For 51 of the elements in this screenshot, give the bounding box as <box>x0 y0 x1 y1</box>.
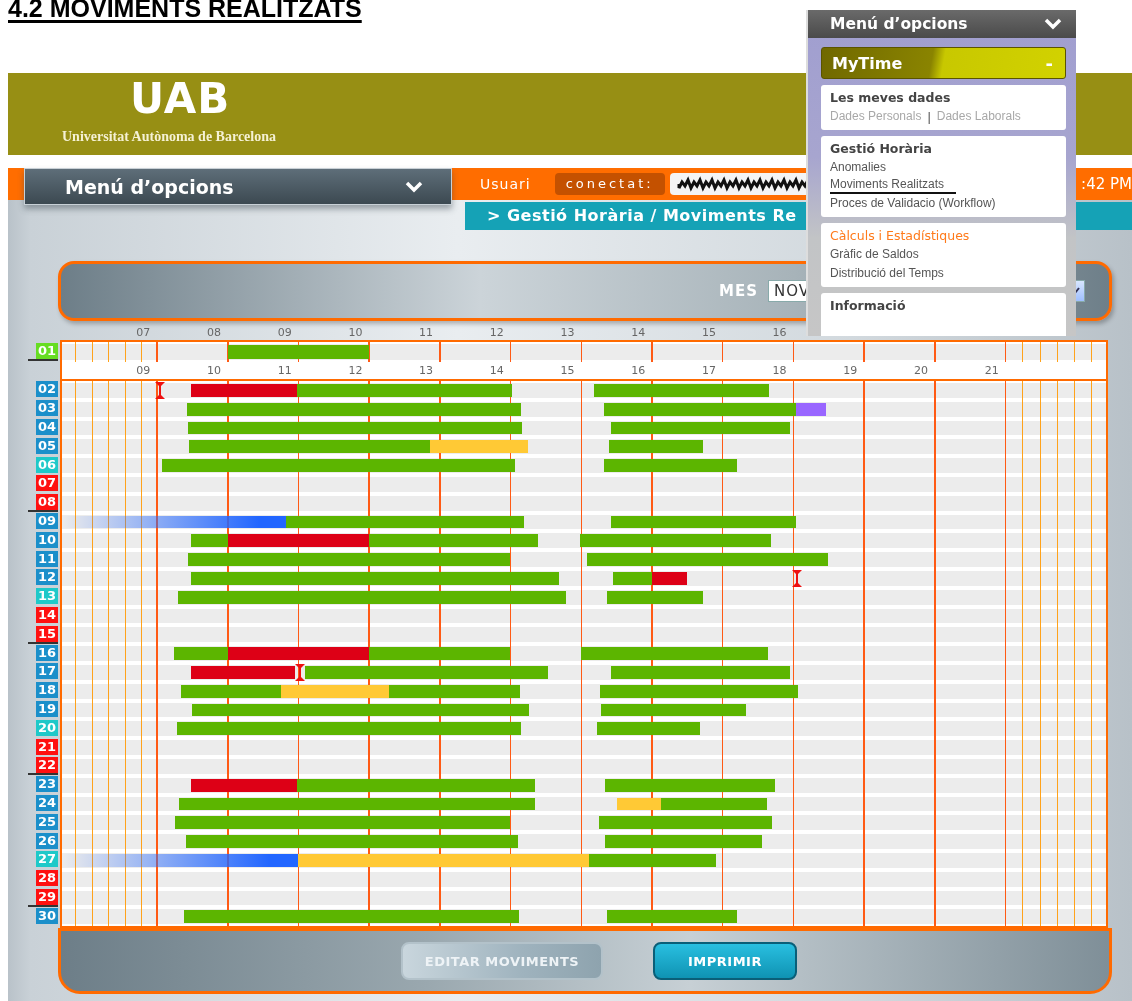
hour-label: 14 <box>488 364 505 378</box>
menu-item[interactable]: Gràfic de Saldos <box>830 245 919 264</box>
day-label: 22 <box>28 757 58 776</box>
action-button[interactable]: IMPRIMIR <box>653 942 797 981</box>
menu-button[interactable]: Menú d’opcions <box>24 168 452 205</box>
hour-label: 21 <box>983 364 1000 378</box>
hour-label: 16 <box>630 364 647 378</box>
day-label: 08 <box>28 494 58 513</box>
user-label: Usuari <box>480 176 531 192</box>
menu-title: Menú d’opcions <box>830 15 968 33</box>
hour-label: 12 <box>488 326 505 340</box>
hour-label: 13 <box>559 326 576 340</box>
hour-label: 07 <box>135 326 152 340</box>
card-title[interactable]: Càlculs i Estadístiques <box>830 227 970 245</box>
hour-label: 19 <box>842 364 859 378</box>
day-label: 01 <box>28 343 58 361</box>
hour-label: 12 <box>347 364 364 378</box>
day-label: 15 <box>28 625 58 644</box>
separator: | <box>927 109 931 124</box>
card-title: Gestió Horària <box>830 140 932 158</box>
hour-label: 11 <box>276 364 293 378</box>
hour-label: 11 <box>418 326 435 340</box>
hour-label: 15 <box>700 326 717 340</box>
hour-label: 08 <box>206 326 222 340</box>
hour-label: 18 <box>771 364 788 378</box>
hour-label: 14 <box>630 326 647 340</box>
day-label: 29 <box>28 888 58 907</box>
hour-label: 17 <box>700 364 717 378</box>
section-header[interactable]: MyTime - <box>821 47 1066 79</box>
menu-item[interactable]: Anomalies <box>830 158 887 177</box>
hour-label: 13 <box>418 364 435 378</box>
chevron-down-icon <box>405 180 423 193</box>
card-title: Les meves dades <box>830 89 951 107</box>
clock-time: :42 PM <box>1081 175 1132 193</box>
section-title: MyTime <box>832 53 903 73</box>
hour-label: 20 <box>913 364 929 378</box>
connected-label: conectat: <box>554 173 665 195</box>
university-name: Universitat Autònoma de Barcelona <box>62 129 276 145</box>
hour-label: 09 <box>135 364 152 378</box>
month-label: MES <box>719 282 758 300</box>
logo: UAB <box>130 81 231 117</box>
chevron-down-icon <box>1044 18 1062 30</box>
menu-item[interactable]: Moviments Realitzats <box>830 177 957 194</box>
hour-label: 10 <box>347 326 364 340</box>
menu-item[interactable]: Distribució del Temps <box>830 264 944 283</box>
document-heading: 4.2 MOVIMENTS REALITZATS <box>8 0 362 23</box>
hour-label: 09 <box>276 326 293 340</box>
hour-label: 16 <box>771 326 788 340</box>
card-title: Informació <box>830 297 906 315</box>
hour-label: 15 <box>559 364 576 378</box>
hour-label: 10 <box>206 364 222 378</box>
